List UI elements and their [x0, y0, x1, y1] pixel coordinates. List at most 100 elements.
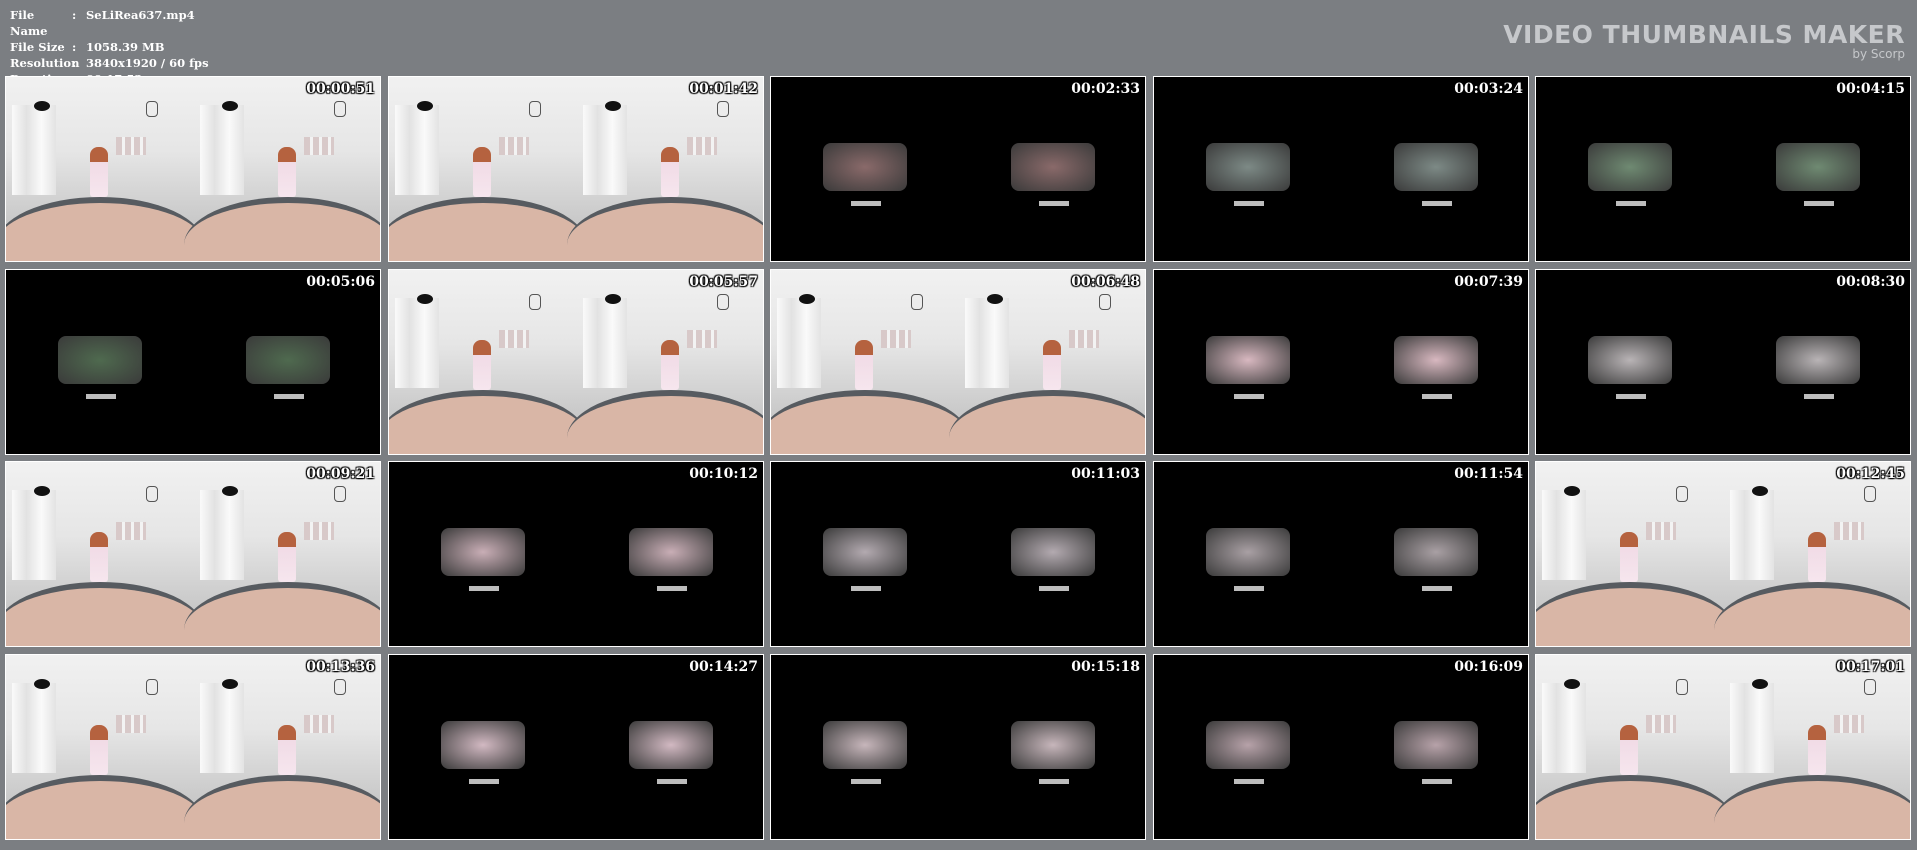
inset-logo	[1422, 779, 1452, 784]
inset-logo	[1039, 779, 1069, 784]
timestamp: 00:02:33	[1071, 81, 1140, 97]
bunny-logo-icon	[605, 294, 621, 304]
timestamp: 00:04:15	[1836, 81, 1905, 97]
lamp-icon	[717, 101, 729, 117]
info-value: 3840x1920 / 60 fps	[86, 56, 209, 70]
person-figure	[278, 725, 296, 775]
floor-foreground	[6, 197, 204, 261]
floor-foreground	[184, 582, 380, 646]
video-thumbnail[interactable]: 00:09:21	[5, 461, 381, 647]
vr-eye-view	[389, 270, 587, 454]
info-label: File Size	[10, 40, 65, 54]
timestamp: 00:17:01	[1836, 659, 1905, 675]
floor-foreground	[1714, 775, 1910, 839]
video-thumbnail[interactable]: 00:14:27	[388, 654, 764, 840]
lamp-icon	[146, 101, 158, 117]
video-inset	[246, 336, 330, 384]
lamp-icon	[334, 101, 346, 117]
curtain	[1730, 683, 1774, 773]
bunny-logo-icon	[1564, 486, 1580, 496]
floor-foreground	[1536, 775, 1734, 839]
video-thumbnail[interactable]: 00:11:03	[770, 461, 1146, 647]
info-separator: :	[72, 56, 77, 70]
video-inset	[629, 528, 713, 576]
person-figure	[1620, 532, 1638, 582]
wall-posters	[499, 330, 529, 348]
brand-subtitle: by Scorp	[1852, 47, 1905, 61]
lamp-icon	[717, 294, 729, 310]
lamp-icon	[529, 294, 541, 310]
timestamp: 00:06:48	[1071, 274, 1140, 290]
person-figure	[661, 340, 679, 390]
wall-posters	[1646, 522, 1676, 540]
vr-eye-view	[389, 77, 587, 261]
video-inset	[1776, 143, 1860, 191]
curtain	[583, 105, 627, 195]
video-thumbnail[interactable]: 00:07:39	[1153, 269, 1529, 455]
curtain	[1542, 683, 1586, 773]
inset-logo	[1616, 201, 1646, 206]
timestamp: 00:09:21	[306, 466, 375, 482]
vr-eye-view	[771, 270, 969, 454]
inset-logo	[1616, 394, 1646, 399]
video-inset	[1394, 143, 1478, 191]
video-thumbnail[interactable]: 00:12:45	[1535, 461, 1911, 647]
video-thumbnail[interactable]: 00:05:57	[388, 269, 764, 455]
timestamp: 00:07:39	[1454, 274, 1523, 290]
video-inset	[58, 336, 142, 384]
inset-logo	[1422, 394, 1452, 399]
info-row-file-name: File Name : SeLiRea637.mp4	[10, 7, 209, 39]
video-thumbnail[interactable]: 00:15:18	[770, 654, 1146, 840]
video-thumbnail[interactable]: 00:11:54	[1153, 461, 1529, 647]
lamp-icon	[334, 679, 346, 695]
inset-logo	[851, 586, 881, 591]
video-thumbnail[interactable]: 00:16:09	[1153, 654, 1529, 840]
video-thumbnail[interactable]: 00:00:51	[5, 76, 381, 262]
video-thumbnail[interactable]: 00:08:30	[1535, 269, 1911, 455]
person-figure	[661, 147, 679, 197]
bunny-logo-icon	[1564, 679, 1580, 689]
curtain	[777, 298, 821, 388]
inset-logo	[1234, 394, 1264, 399]
inset-logo	[1039, 586, 1069, 591]
curtain	[395, 298, 439, 388]
timestamp: 00:14:27	[689, 659, 758, 675]
video-thumbnail[interactable]: 00:03:24	[1153, 76, 1529, 262]
vr-eye-view	[1536, 655, 1734, 839]
video-thumbnail[interactable]: 00:13:36	[5, 654, 381, 840]
lamp-icon	[1676, 679, 1688, 695]
bunny-logo-icon	[1752, 679, 1768, 689]
inset-logo	[1422, 201, 1452, 206]
video-thumbnail[interactable]: 00:06:48	[770, 269, 1146, 455]
video-inset	[1011, 143, 1095, 191]
floor-foreground	[6, 582, 204, 646]
lamp-icon	[1099, 294, 1111, 310]
bunny-logo-icon	[34, 486, 50, 496]
video-thumbnail[interactable]: 00:17:01	[1535, 654, 1911, 840]
vr-eye-view	[1536, 462, 1734, 646]
floor-foreground	[389, 197, 587, 261]
video-thumbnail[interactable]: 00:10:12	[388, 461, 764, 647]
floor-foreground	[184, 197, 380, 261]
video-thumbnail[interactable]: 00:01:42	[388, 76, 764, 262]
timestamp: 00:11:54	[1454, 466, 1523, 482]
vr-eye-view	[1714, 462, 1910, 646]
wall-posters	[116, 715, 146, 733]
timestamp: 00:10:12	[689, 466, 758, 482]
curtain	[583, 298, 627, 388]
video-thumbnail[interactable]: 00:02:33	[770, 76, 1146, 262]
wall-posters	[1834, 715, 1864, 733]
bunny-logo-icon	[34, 679, 50, 689]
info-value: SeLiRea637.mp4	[86, 8, 195, 22]
bunny-logo-icon	[417, 294, 433, 304]
video-inset	[629, 721, 713, 769]
vr-eye-view	[567, 77, 763, 261]
person-figure	[278, 532, 296, 582]
bunny-logo-icon	[605, 101, 621, 111]
video-inset	[1394, 336, 1478, 384]
timestamp: 00:05:06	[306, 274, 375, 290]
person-figure	[90, 147, 108, 197]
video-thumbnail[interactable]: 00:04:15	[1535, 76, 1911, 262]
info-label: File Name	[10, 8, 48, 38]
video-thumbnail[interactable]: 00:05:06	[5, 269, 381, 455]
